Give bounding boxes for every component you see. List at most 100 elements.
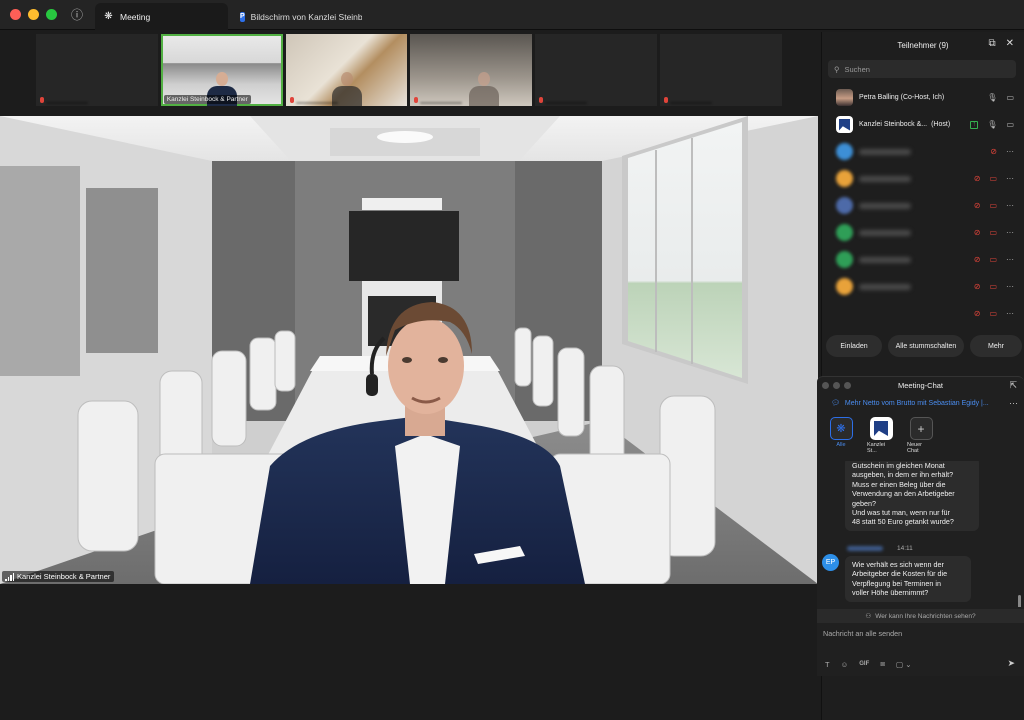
mute-all-button[interactable]: Alle stummschalten — [888, 335, 964, 357]
participant-search-input[interactable]: ⚲ Suchen — [828, 60, 1016, 78]
video-off-icon[interactable]: ▭ — [989, 255, 997, 264]
zoom-app: ⓘ ⌄ ❋ Meeting P Bildschirm von Kanzlei S… — [0, 0, 1024, 720]
participant-video — [331, 72, 362, 106]
mic-off-icon[interactable]: ⊘ — [974, 174, 981, 183]
pop-in-icon[interactable]: ⇱ — [1009, 380, 1017, 391]
more-icon[interactable]: ··· — [1009, 398, 1018, 408]
chat-bubble-icon: 💬︎ — [831, 400, 840, 407]
group-icon: ❋ — [829, 417, 853, 440]
more-icon[interactable]: ··· — [1006, 147, 1014, 156]
mic-off-icon[interactable]: ⊘ — [974, 201, 981, 210]
maximize-chat-dot[interactable] — [844, 382, 851, 389]
more-button[interactable]: Mehr — [970, 335, 1022, 357]
chat-recipient-selector: ❋ Alle Kanzlei St... + Neuer Chat — [817, 417, 1024, 461]
search-icon: ⚲ — [834, 64, 840, 74]
recipient-host[interactable]: Kanzlei St... — [867, 417, 895, 454]
recipient-new-chat[interactable]: + Neuer Chat — [907, 417, 935, 454]
more-icon[interactable]: ··· — [1006, 282, 1014, 291]
participant-row[interactable]: ⊘ ▭ ··· — [822, 246, 1024, 273]
participant-name-blurred — [420, 102, 463, 104]
video-off-icon[interactable]: ▭ — [989, 282, 997, 291]
active-speaker-video[interactable]: Kanzlei Steinbock & Partner — [0, 116, 818, 584]
mic-icon[interactable]: 🎙︎ — [987, 120, 997, 129]
signal-strength-icon — [5, 572, 14, 581]
video-off-icon[interactable]: ▭ — [989, 309, 997, 318]
gallery-tile[interactable] — [410, 34, 533, 106]
participant-name-blurred — [859, 175, 911, 182]
chat-title: Meeting-Chat — [897, 381, 944, 390]
participant-name-blurred — [46, 102, 88, 104]
send-icon[interactable]: ➤ — [1007, 658, 1015, 669]
more-icon[interactable]: ··· — [1006, 228, 1014, 237]
tab-meeting-label: Meeting — [120, 11, 151, 22]
chat-message: Gutschein im gleichen Monat ausgeben, in… — [845, 461, 979, 531]
chat-toolbar: T ☺ GIF ⧈ ▢ ⌄ ➤ — [825, 658, 1015, 669]
close-icon[interactable]: ✕ — [1006, 38, 1014, 49]
invite-button[interactable]: Einladen — [826, 335, 882, 357]
participant-row[interactable]: ⊘ ▭ ··· — [822, 219, 1024, 246]
mic-off-icon — [539, 97, 544, 103]
chat-scrollbar[interactable] — [1018, 595, 1021, 607]
participant-row[interactable]: Petra Balling (Co-Host, Ich) 🎙︎ ▭ — [822, 84, 1024, 111]
participant-name: Petra Balling (Co-Host, Ich) — [859, 94, 945, 101]
mic-off-icon[interactable]: ⊘ — [974, 228, 981, 237]
avatar — [836, 251, 853, 268]
participant-row[interactable]: ⊘ ▭ ··· — [822, 273, 1024, 300]
participant-row[interactable]: ⊘ ··· — [822, 138, 1024, 165]
more-icon[interactable]: ··· — [1006, 309, 1014, 318]
screenshot-icon[interactable]: ⧈ — [880, 659, 885, 669]
video-off-icon[interactable]: ▭ — [989, 228, 997, 237]
maximize-window-button[interactable] — [46, 9, 57, 20]
message-visibility-link[interactable]: ⚇ Wer kann Ihre Nachrichten sehen? — [817, 609, 1024, 623]
tab-screen-share[interactable]: P Bildschirm von Kanzlei Steinbock — [232, 3, 362, 30]
minimize-window-button[interactable] — [28, 9, 39, 20]
recipient-label: Neuer Chat — [907, 442, 922, 454]
gallery-tile[interactable] — [36, 34, 158, 106]
gallery-tile[interactable] — [535, 34, 658, 106]
recipient-label: Kanzlei St... — [867, 442, 886, 454]
chat-header: Meeting-Chat ⇱ — [817, 377, 1024, 394]
participant-row[interactable]: ⊘ ▭ ··· — [822, 165, 1024, 192]
tab-meeting[interactable]: ❋ Meeting — [95, 3, 228, 30]
participant-row[interactable]: ⊘ ▭ ··· — [822, 300, 1024, 327]
gallery-tile[interactable] — [660, 34, 782, 106]
participant-row[interactable]: Kanzlei Steinbock &... (Host) ↑ 🎙︎ ▭ — [822, 111, 1024, 138]
more-options-icon[interactable]: ▢ ⌄ — [896, 660, 911, 669]
close-window-button[interactable] — [10, 9, 21, 20]
more-icon[interactable]: ··· — [1006, 174, 1014, 183]
meeting-chat-panel: Meeting-Chat ⇱ 💬︎ Mehr Netto vom Brutto … — [817, 376, 1024, 676]
gif-icon[interactable]: GIF — [859, 661, 869, 667]
mic-icon[interactable]: 🎙︎ — [987, 93, 997, 102]
participant-row[interactable]: ⊘ ▭ ··· — [822, 192, 1024, 219]
avatar — [836, 170, 853, 187]
info-icon[interactable]: ⓘ — [71, 6, 83, 23]
pop-out-icon[interactable]: ⧉ — [988, 38, 995, 49]
mic-off-icon[interactable]: ⊘ — [990, 147, 997, 156]
video-icon[interactable]: ▭ — [1006, 93, 1014, 102]
text-format-icon[interactable]: T — [825, 660, 830, 669]
recipient-everyone[interactable]: ❋ Alle — [827, 417, 855, 448]
recipient-label: Alle — [836, 442, 846, 448]
gallery-tile[interactable] — [285, 34, 408, 106]
video-off-icon[interactable]: ▭ — [989, 174, 997, 183]
chat-window-controls — [822, 382, 851, 389]
screen-share-icon: P — [240, 11, 245, 22]
mic-off-icon[interactable]: ⊘ — [974, 255, 981, 264]
gallery-tile-selected[interactable]: Kanzlei Steinbock & Partner — [160, 34, 283, 106]
mic-off-icon[interactable]: ⊘ — [974, 309, 981, 318]
plus-icon: + — [909, 417, 933, 440]
more-icon[interactable]: ··· — [1006, 255, 1014, 264]
emoji-icon[interactable]: ☺ — [841, 660, 849, 669]
chat-topic-link[interactable]: 💬︎ Mehr Netto vom Brutto mit Sebastian E… — [817, 394, 1024, 412]
participant-video — [468, 72, 499, 106]
participant-name-blurred — [859, 283, 911, 290]
video-off-icon[interactable]: ▭ — [989, 201, 997, 210]
sender-avatar: EP — [822, 554, 839, 571]
more-icon[interactable]: ··· — [1006, 201, 1014, 210]
chat-message-input[interactable]: Nachricht an alle senden — [823, 629, 902, 638]
minimize-chat-dot[interactable] — [833, 382, 840, 389]
mic-off-icon[interactable]: ⊘ — [974, 282, 981, 291]
participant-actions: Einladen Alle stummschalten Mehr — [826, 335, 1022, 357]
close-chat-dot[interactable] — [822, 382, 829, 389]
video-icon[interactable]: ▭ — [1006, 120, 1014, 129]
